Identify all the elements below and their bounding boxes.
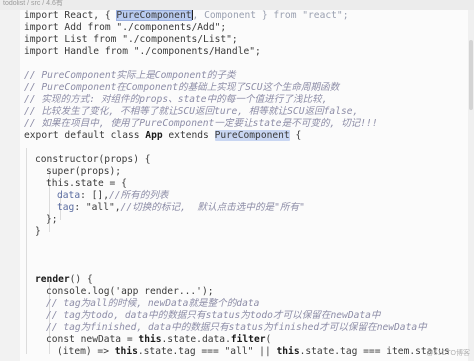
code-line: const newData = this.state.data.filter( <box>46 334 271 346</box>
comment-line: // PureComponent在Component的基础上实现了SCU这个生命… <box>24 82 339 94</box>
comment-line: // 实现的方式: 对组件的props、state中的每一个值进行了浅比较, <box>24 94 327 106</box>
code-token: extends <box>162 130 215 141</box>
code-token: super(props); <box>46 166 122 177</box>
code-token: this.state = { <box>46 178 127 189</box>
method-name-token: filter <box>230 334 266 345</box>
code-line: import List from "./components/List"; <box>24 34 238 46</box>
code-line: constructor(props) { <box>35 154 151 166</box>
code-token: () { <box>69 274 93 285</box>
code-token: .state.tag === "all" || <box>137 346 277 357</box>
comment-line: // 比较发生了变化, 不相等了就让SCU返回ture, 相等就让SCU返回fa… <box>24 106 358 118</box>
keyword-token: this <box>114 346 138 357</box>
code-comment: // tag为todo, data中的数据只有status为todo才可以保留在… <box>46 310 381 321</box>
code-token: : "all", <box>74 202 121 213</box>
code-area[interactable]: import React, { PureComponent, Component… <box>0 10 474 361</box>
comment-line: // PureComponent实际上是Component的子类 <box>24 70 236 82</box>
code-comment: // PureComponent在Component的基础上实现了SCU这个生命… <box>24 82 340 93</box>
property-token: tag <box>57 202 75 213</box>
code-line: export default class App extends PureCom… <box>24 130 301 142</box>
selected-token: PureComponent <box>116 10 192 21</box>
code-line: this.state = { <box>46 178 127 190</box>
code-token: import React, { <box>24 10 117 21</box>
watermark: @51CTO博客 <box>426 350 470 357</box>
code-token: import Add from "./components/Add"; <box>24 22 227 33</box>
code-comment: // 实现的方式: 对组件的props、state中的每一个值进行了浅比较, <box>24 94 328 105</box>
code-editor[interactable]: todolist / src / 4.6有 import React, { Pu… <box>0 0 474 361</box>
breadcrumb[interactable]: todolist / src / 4.6有 <box>0 0 474 10</box>
code-comment: // 比较发生了变化, 不相等了就让SCU返回ture, 相等就让SCU返回fa… <box>24 106 359 117</box>
comment-line: // tag为finished, data中的数据只有status为finish… <box>46 322 427 334</box>
method-name-token: render <box>35 274 70 285</box>
comment-line: // tag为all的时候, newData就是整个的data <box>46 298 259 310</box>
code-token: export default class <box>24 130 146 141</box>
code-token: } <box>35 226 41 237</box>
code-comment: //切换的标记, 默认点击选中的是"所有" <box>120 202 305 213</box>
comment-line: // 如果在项目中, 使用了PureComponent一定要让state是不可变… <box>24 118 378 130</box>
code-token: const newData = <box>46 334 139 345</box>
code-comment: // 如果在项目中, 使用了PureComponent一定要让state是不可变… <box>24 118 378 129</box>
code-line: console.log('app render...'); <box>46 286 214 298</box>
code-line: } <box>35 226 41 238</box>
highlighted-token: PureComponent <box>214 130 290 141</box>
code-token: constructor(props) { <box>35 154 151 165</box>
code-line: render() { <box>35 274 93 286</box>
code-token: : [], <box>80 190 109 201</box>
code-comment: // PureComponent实际上是Component的子类 <box>24 70 236 81</box>
code-token: import List from "./components/List"; <box>24 34 238 45</box>
breadcrumb-path: todolist / src / 4.6有 <box>3 0 63 7</box>
code-comment: // tag为all的时候, newData就是整个的data <box>46 298 260 309</box>
code-token: , Component } from "react"; <box>192 10 349 21</box>
code-line: }; <box>46 214 58 226</box>
keyword-token: this <box>138 334 162 345</box>
comment-line: // tag为todo, data中的数据只有status为todo才可以保留在… <box>46 310 381 322</box>
code-comment: //所有的列表 <box>109 190 169 201</box>
property-token: data <box>57 190 81 201</box>
code-token: (item) => <box>57 346 115 357</box>
code-line: (item) => this.state.tag === "all" || th… <box>57 346 450 358</box>
code-line: import Handle from "./components/Handle"… <box>24 46 261 58</box>
code-comment: // tag为finished, data中的数据只有status为finish… <box>46 322 427 333</box>
code-line: import React, { PureComponent, Component… <box>24 10 348 22</box>
code-token: console.log('app render...'); <box>46 286 214 297</box>
code-line: data: [],//所有的列表 <box>57 190 169 202</box>
code-token: }; <box>46 214 58 225</box>
code-token: .state.data. <box>161 334 231 345</box>
code-line: tag: "all",//切换的标记, 默认点击选中的是"所有" <box>57 202 305 214</box>
class-name-token: App <box>145 130 163 141</box>
code-token: ( <box>265 334 272 345</box>
code-token: import Handle from "./components/Handle"… <box>24 46 261 57</box>
keyword-token: this <box>276 346 300 357</box>
code-line: super(props); <box>46 166 121 178</box>
code-token: { <box>289 130 302 141</box>
code-line: import Add from "./components/Add"; <box>24 22 226 34</box>
